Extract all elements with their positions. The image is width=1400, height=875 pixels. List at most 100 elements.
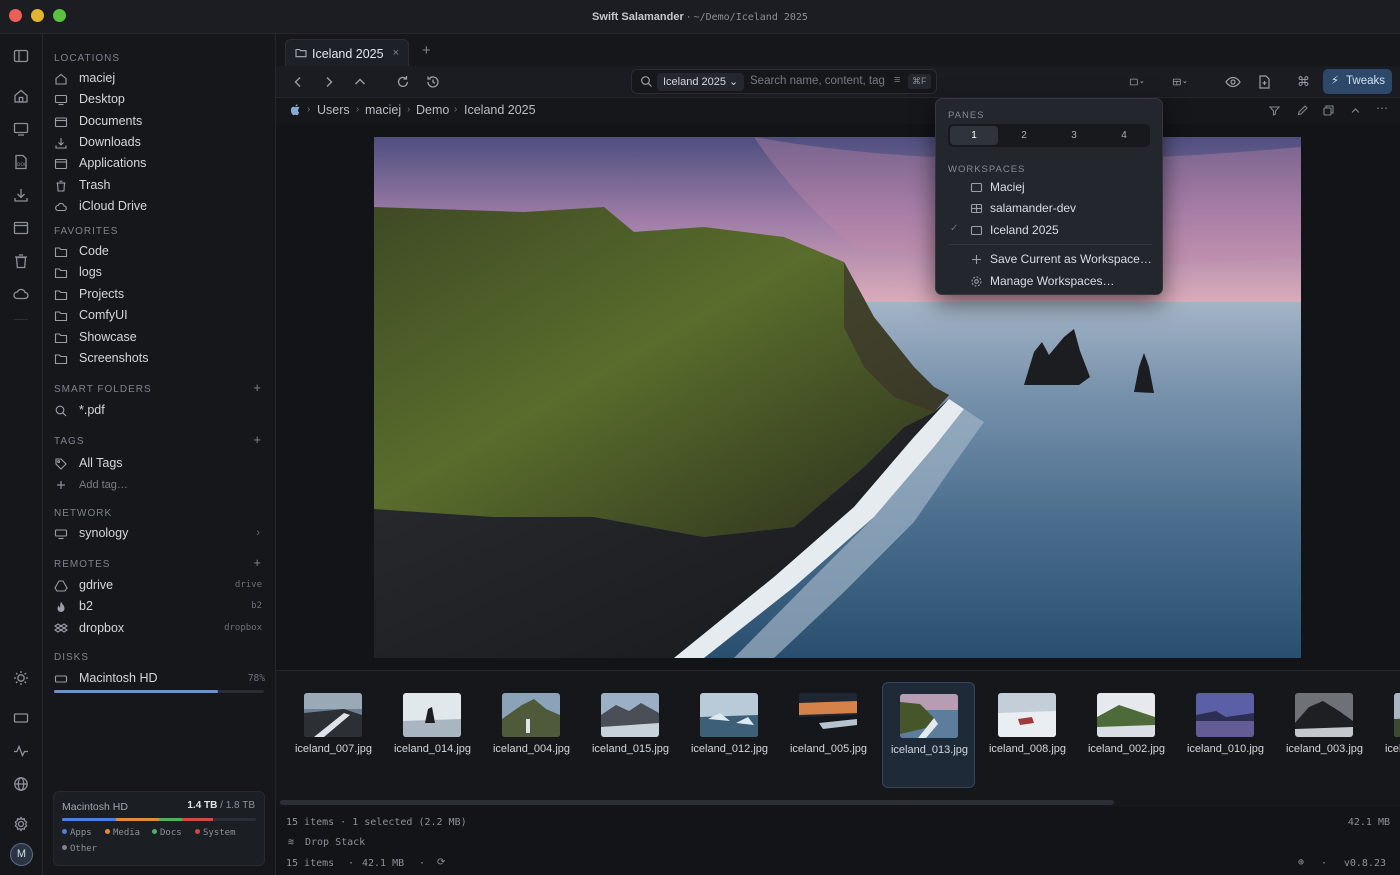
cloud-icon[interactable]	[12, 285, 30, 303]
layout-dropdown[interactable]	[1172, 73, 1200, 91]
tab-iceland-2025[interactable]: Iceland 2025 ×	[285, 39, 409, 66]
documents-icon[interactable]: DOC	[12, 153, 30, 171]
home-icon[interactable]	[12, 87, 30, 105]
sidebar-item-icloud-drive[interactable]: iCloud Drive	[54, 197, 266, 217]
breadcrumb-demo[interactable]: Demo	[416, 103, 449, 117]
sidebar-item-macintosh-hd[interactable]: Macintosh HD 78%	[54, 669, 266, 689]
filter-icon[interactable]: ≡	[894, 74, 900, 86]
globe-icon[interactable]	[12, 775, 30, 793]
chevron-right-icon[interactable]: ›	[256, 527, 260, 539]
search-input[interactable]: Search name, content, tag	[750, 75, 885, 87]
download-icon[interactable]	[12, 186, 30, 204]
sidebar-item-projects[interactable]: Projects	[54, 285, 266, 305]
thumbnail-item[interactable]: iceland_010.jpg	[1179, 682, 1272, 788]
edit-pencil-icon[interactable]	[1296, 104, 1310, 118]
settings-gear-icon[interactable]	[12, 815, 30, 833]
globe-status-icon[interactable]: ⊕	[1298, 857, 1304, 868]
history-icon[interactable]	[424, 73, 442, 91]
thumbnail-item[interactable]: iceland_015.jpg	[584, 682, 677, 788]
trash-icon[interactable]	[12, 252, 30, 270]
workspace-item-iceland-2025[interactable]: ✓ Iceland 2025	[948, 220, 1152, 240]
thumbnail-item[interactable]: iceland_007.jpg	[287, 682, 380, 788]
applications-icon[interactable]	[12, 219, 30, 237]
add-tag-plus-button[interactable]: +	[253, 432, 261, 447]
sidebar-item-pdf-search[interactable]: *.pdf	[54, 401, 266, 421]
sidebar-item-documents[interactable]: Documents	[54, 112, 266, 132]
pane-option-2[interactable]: 2	[1000, 126, 1048, 145]
sidebar-item-downloads[interactable]: Downloads	[54, 133, 266, 153]
horizontal-scrollbar[interactable]	[280, 800, 1114, 805]
sidebar-item-showcase[interactable]: Showcase	[54, 328, 266, 348]
thumbnail-image	[403, 693, 461, 737]
sidebar-item-all-tags[interactable]: All Tags	[54, 454, 266, 474]
desktop-icon[interactable]	[12, 120, 30, 138]
thumbnail-item[interactable]: iceland_008.jpg	[981, 682, 1074, 788]
sidebar-item-b2[interactable]: b2 b2	[54, 597, 266, 617]
thumbnail-item[interactable]: iceland_004.jpg	[485, 682, 578, 788]
pane-option-4[interactable]: 4	[1100, 126, 1148, 145]
breadcrumb-iceland-2025[interactable]: Iceland 2025	[464, 103, 536, 117]
apple-logo-icon[interactable]	[290, 103, 302, 116]
eye-preview-icon[interactable]	[1224, 73, 1242, 91]
sidebar-item-comfyui[interactable]: ComfyUI	[54, 306, 266, 326]
sync-icon[interactable]: ⟳	[437, 857, 445, 868]
sidebar-item-screenshots[interactable]: Screenshots	[54, 349, 266, 369]
filter-funnel-icon[interactable]	[1268, 104, 1282, 118]
search-scope-dropdown[interactable]: Iceland 2025 ⌄	[657, 73, 745, 91]
thumbnail-item-selected[interactable]: iceland_013.jpg	[882, 682, 975, 788]
sidebar-item-label: Downloads	[79, 135, 141, 149]
thumbnail-item[interactable]: iceland_012.jpg	[683, 682, 776, 788]
up-chevron-icon[interactable]	[351, 73, 369, 91]
sidebar-item-desktop[interactable]: Desktop	[54, 90, 266, 110]
sidebar-item-applications[interactable]: Applications	[54, 154, 266, 174]
sidebar-toggle-icon[interactable]	[12, 47, 30, 65]
thumbnail-image	[998, 693, 1056, 737]
sidebar-item-maciej[interactable]: maciej	[54, 69, 266, 89]
sidebar-item-dropbox[interactable]: dropbox dropbox	[54, 619, 266, 639]
footer-size: 42.1 MB	[362, 858, 405, 869]
manage-workspaces-item[interactable]: Manage Workspaces…	[948, 271, 1152, 291]
command-palette-icon[interactable]: ⌘	[1297, 74, 1315, 92]
activity-icon[interactable]	[12, 742, 30, 760]
view-mode-dropdown[interactable]	[1129, 73, 1157, 91]
pane-option-3[interactable]: 3	[1050, 126, 1098, 145]
search-bar[interactable]: Iceland 2025 ⌄ Search name, content, tag…	[631, 69, 937, 94]
refresh-icon[interactable]	[394, 73, 412, 91]
drop-stack-label[interactable]: Drop Stack	[305, 837, 365, 848]
thumbnail-item[interactable]: iceland_014.jpg	[386, 682, 479, 788]
thumbnail-item[interactable]: iceland_001.jpg	[1377, 682, 1400, 788]
workspace-label: Iceland 2025	[990, 223, 1059, 237]
sidebar-item-trash[interactable]: Trash	[54, 176, 266, 196]
workspace-item-salamander-dev[interactable]: salamander-dev	[948, 198, 1152, 218]
sidebar-item-synology[interactable]: synology ›	[54, 524, 266, 544]
thumbnail-item[interactable]: iceland_005.jpg	[782, 682, 875, 788]
terminal-icon[interactable]	[12, 709, 30, 727]
copy-icon[interactable]	[1322, 104, 1336, 118]
new-file-icon[interactable]	[1255, 73, 1273, 91]
add-smart-folder-button[interactable]: +	[253, 380, 261, 395]
avatar[interactable]: M	[10, 843, 33, 866]
forward-chevron-icon[interactable]	[320, 73, 338, 91]
drop-stack-icon[interactable]: ≋	[288, 837, 294, 848]
brightness-icon[interactable]	[12, 669, 30, 687]
thumbnail-item[interactable]: iceland_002.jpg	[1080, 682, 1173, 788]
back-chevron-icon[interactable]	[289, 73, 307, 91]
sidebar-item-gdrive[interactable]: gdrive drive	[54, 576, 266, 596]
pane-option-1[interactable]: 1	[950, 126, 998, 145]
workspace-item-maciej[interactable]: Maciej	[948, 177, 1152, 197]
disk-icon	[54, 672, 68, 686]
breadcrumb-maciej[interactable]: maciej	[365, 103, 401, 117]
thumbnail-item[interactable]: iceland_003.jpg	[1278, 682, 1371, 788]
save-workspace-item[interactable]: Save Current as Workspace…	[948, 249, 1152, 269]
sidebar-item-code[interactable]: Code	[54, 242, 266, 262]
collapse-chevron-icon[interactable]	[1349, 104, 1363, 118]
rail-divider	[14, 319, 28, 320]
add-remote-button[interactable]: +	[253, 555, 261, 570]
close-tab-icon[interactable]: ×	[393, 47, 399, 59]
breadcrumb-users[interactable]: Users	[317, 103, 350, 117]
more-options-icon[interactable]: ⋯	[1376, 101, 1390, 115]
tweaks-button[interactable]: ⚡ Tweaks	[1323, 69, 1392, 94]
sidebar-item-logs[interactable]: logs	[54, 263, 266, 283]
add-tag-button[interactable]: Add tag…	[54, 475, 266, 495]
new-tab-button[interactable]: +	[422, 42, 431, 59]
